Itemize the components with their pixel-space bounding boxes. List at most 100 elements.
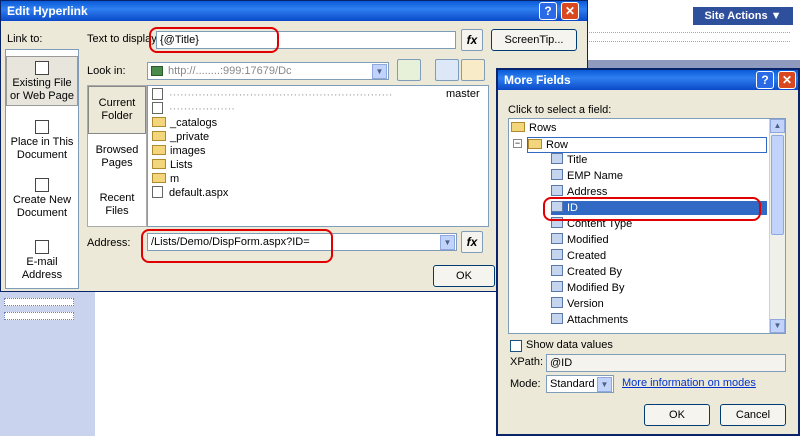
- tree-label: Modified By: [567, 282, 625, 294]
- chevron-down-icon[interactable]: ▼: [372, 64, 387, 79]
- file-name: m: [170, 173, 180, 185]
- mode-label: Mode:: [510, 378, 541, 390]
- tree-field-created[interactable]: Created: [551, 249, 606, 263]
- tree-field-modified-by[interactable]: Modified By: [551, 281, 624, 295]
- ok-button[interactable]: OK: [433, 265, 495, 287]
- up-folder-icon[interactable]: [397, 59, 421, 81]
- field-icon: [551, 297, 563, 308]
- field-icon: [551, 169, 563, 180]
- chevron-down-icon[interactable]: ▼: [597, 377, 612, 392]
- screentip-button[interactable]: ScreenTip...: [491, 29, 577, 51]
- ok-button[interactable]: OK: [644, 404, 710, 426]
- background-content: [95, 290, 505, 436]
- site-actions-menu[interactable]: Site Actions ▼: [693, 7, 793, 25]
- text-function-button[interactable]: fx: [461, 29, 483, 51]
- list-item[interactable]: ········································…: [152, 88, 392, 102]
- address-function-button[interactable]: fx: [461, 231, 483, 253]
- link-to-existing-file[interactable]: Existing File or Web Page: [6, 56, 78, 106]
- list-item[interactable]: m: [152, 172, 179, 186]
- close-button[interactable]: ✕: [778, 71, 796, 89]
- link-to-new-document-label: Create New Document: [12, 194, 72, 219]
- list-item[interactable]: ··················: [152, 102, 235, 116]
- tree-field-emp-name[interactable]: EMP Name: [551, 169, 623, 183]
- tree-field-attachments[interactable]: Attachments: [551, 313, 628, 327]
- web-folder-icon: [151, 66, 163, 76]
- background-left-panel: [0, 290, 95, 436]
- list-item[interactable]: Lists: [152, 158, 193, 172]
- browse-web-icon[interactable]: [435, 59, 459, 81]
- open-folder-icon: [528, 139, 542, 149]
- tree-field-modified[interactable]: Modified: [551, 233, 609, 247]
- tree-scrollbar[interactable]: ▲ ▼: [769, 119, 785, 333]
- close-button[interactable]: ✕: [561, 2, 579, 20]
- nav-panel: Current Folder Browsed Pages Recent File…: [87, 85, 147, 227]
- tree-label: Title: [567, 154, 588, 166]
- field-icon: [551, 249, 563, 260]
- show-data-values-label: Show data values: [526, 339, 613, 351]
- link-to-place-label: Place in This Document: [10, 136, 74, 161]
- folder-icon: [152, 131, 166, 141]
- more-fields-dialog: More Fields ? ✕ Click to select a field:…: [496, 68, 800, 436]
- field-icon: [551, 185, 563, 196]
- browse-file-icon[interactable]: [461, 59, 485, 81]
- collapse-icon[interactable]: −: [513, 139, 522, 148]
- folder-icon: [152, 145, 166, 155]
- list-item[interactable]: _catalogs: [152, 116, 217, 130]
- nav-current-folder[interactable]: Current Folder: [88, 86, 146, 134]
- tree-label: Version: [567, 298, 604, 310]
- address-label: Address:: [87, 237, 131, 249]
- file-name: images: [170, 145, 206, 157]
- background-row: [4, 298, 74, 306]
- field-icon: [551, 281, 563, 292]
- tree-field-title[interactable]: Title: [551, 153, 587, 167]
- red-annotation-id: [543, 197, 761, 221]
- scroll-thumb[interactable]: [771, 135, 784, 235]
- xpath-input[interactable]: @ID: [546, 354, 786, 372]
- nav-recent-files[interactable]: Recent Files: [88, 192, 146, 218]
- tree-label: Modified: [567, 234, 609, 246]
- help-button[interactable]: ?: [539, 2, 557, 20]
- tree-node-rows[interactable]: Rows: [511, 121, 557, 135]
- mode-select[interactable]: Standard ▼: [546, 375, 614, 393]
- bookmark-page-icon: [35, 120, 49, 134]
- link-to-new-document[interactable]: Create New Document: [8, 178, 76, 220]
- globe-page-icon: [35, 61, 49, 75]
- look-in-select[interactable]: http://........:999:17679/Dc ▼: [147, 62, 389, 80]
- list-item[interactable]: images: [152, 144, 205, 158]
- scroll-up-icon[interactable]: ▲: [770, 119, 785, 133]
- field-icon: [551, 153, 563, 164]
- link-to-email[interactable]: E-mail Address: [8, 240, 76, 282]
- scroll-down-icon[interactable]: ▼: [770, 319, 785, 333]
- tree-label: Row: [546, 139, 569, 151]
- email-icon: [35, 240, 49, 254]
- show-data-values-checkbox[interactable]: [510, 340, 522, 352]
- red-annotation-text-display: [149, 27, 279, 53]
- help-button[interactable]: ?: [756, 71, 774, 89]
- list-item[interactable]: _private: [152, 130, 209, 144]
- tree-field-created-by[interactable]: Created By: [551, 265, 622, 279]
- list-item[interactable]: default.aspx: [152, 186, 228, 200]
- click-to-select-label: Click to select a field:: [508, 104, 612, 116]
- tree-label: Created: [567, 250, 607, 262]
- folder-icon: [152, 173, 166, 183]
- cancel-button[interactable]: Cancel: [720, 404, 786, 426]
- edit-hyperlink-titlebar: Edit Hyperlink ? ✕: [1, 1, 587, 21]
- chevron-down-icon[interactable]: ▼: [440, 235, 455, 250]
- look-in-value: http://........:999:17679/Dc: [168, 65, 292, 77]
- background-divider: [580, 32, 790, 42]
- more-info-link[interactable]: More information on modes: [622, 377, 756, 389]
- file-name: _catalogs: [170, 117, 218, 129]
- tree-node-row[interactable]: Row: [527, 137, 767, 153]
- tree-label: EMP Name: [567, 170, 624, 182]
- file-name: _private: [170, 131, 210, 143]
- tree-label: Rows: [529, 122, 557, 134]
- folder-icon: [152, 117, 166, 127]
- nav-browsed-pages[interactable]: Browsed Pages: [88, 144, 146, 170]
- link-to-place-in-document[interactable]: Place in This Document: [8, 120, 76, 162]
- mode-value: Standard: [550, 378, 595, 390]
- tree-field-version[interactable]: Version: [551, 297, 604, 311]
- link-to-email-label: E-mail Address: [21, 256, 63, 281]
- field-icon: [551, 265, 563, 276]
- file-name: default.aspx: [169, 187, 229, 199]
- field-icon: [551, 313, 563, 324]
